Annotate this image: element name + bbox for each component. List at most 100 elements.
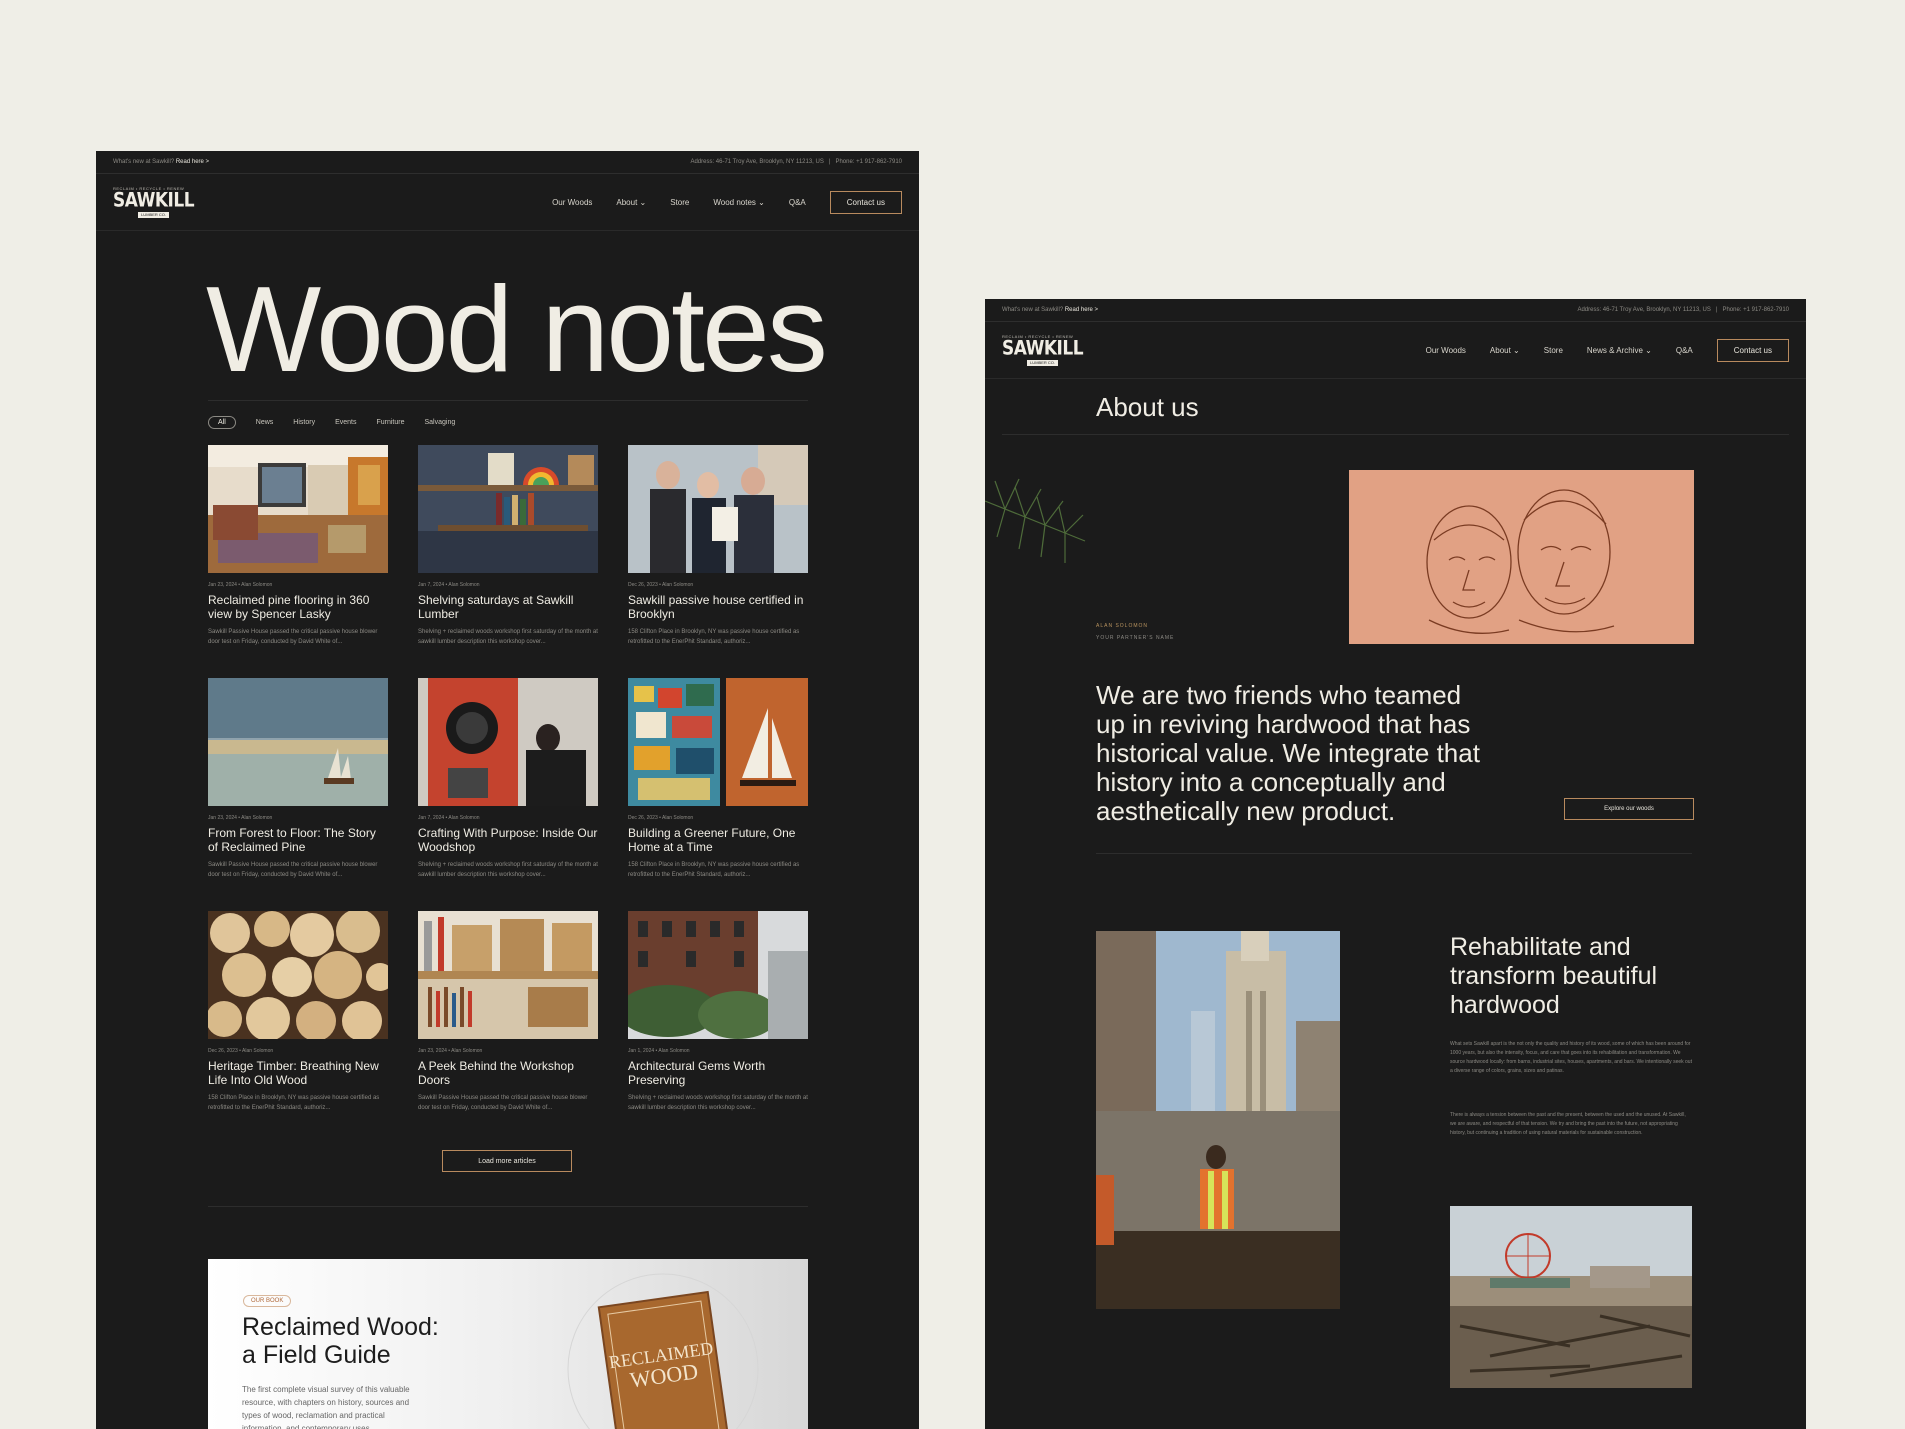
article-card[interactable]: Dec 26, 2023 • Alan Solomon Sawkill pass…	[628, 445, 808, 647]
coney-island-lumber-photo	[1450, 1206, 1692, 1388]
book-promo: OUR BOOK Reclaimed Wood: a Field Guide Th…	[208, 1259, 808, 1429]
page-title: About us	[1096, 392, 1199, 422]
nav-our-woods[interactable]: Our Woods	[1426, 346, 1466, 355]
nav-news-archive[interactable]: News & Archive ⌄	[1587, 346, 1652, 355]
sawkill-logo[interactable]: RECLAIM • RECYCLE • RENEW SAWKILL LUMBER…	[1002, 334, 1084, 366]
article-title[interactable]: Heritage Timber: Breathing New Life Into…	[208, 1059, 388, 1087]
divider	[1002, 434, 1789, 435]
article-excerpt: Sawkill Passive House passed the critica…	[208, 629, 378, 645]
filter-all[interactable]: All	[208, 416, 236, 429]
article-card[interactable]: Jan 7, 2024 • Alan Solomon Crafting With…	[418, 678, 598, 880]
article-meta: Dec 26, 2023 • Alan Solomon	[208, 1048, 274, 1054]
article-card[interactable]: Jan 7, 2024 • Alan Solomon Shelving satu…	[418, 445, 598, 647]
article-meta: Jan 23, 2024 • Alan Solomon	[208, 815, 273, 821]
book-title: Reclaimed Wood: a Field Guide	[242, 1313, 439, 1369]
section-title: Rehabilitate and transform beautiful har…	[1450, 933, 1658, 1019]
article-image-magazines	[628, 678, 808, 806]
load-more-button[interactable]: Load more articles	[442, 1150, 572, 1172]
article-title[interactable]: Sawkill passive house certified in Brook…	[628, 593, 808, 621]
article-excerpt: Sawkill Passive House passed the critica…	[208, 862, 378, 878]
nav-qa[interactable]: Q&A	[789, 198, 806, 207]
article-title[interactable]: Building a Greener Future, One Home at a…	[628, 826, 808, 854]
book-cover-illustration: RECLAIMED WOOD	[567, 1273, 759, 1429]
article-card[interactable]: Dec 26, 2023 • Alan Solomon Heritage Tim…	[208, 911, 388, 1113]
nav-our-woods[interactable]: Our Woods	[552, 198, 592, 207]
article-excerpt: Shelving + reclaimed woods workshop firs…	[418, 862, 598, 878]
main-nav: RECLAIM • RECYCLE • RENEW SAWKILL LUMBER…	[985, 322, 1806, 379]
announcement-bar: What's new at Sawkill? Read here > Addre…	[96, 151, 919, 174]
article-card[interactable]: Dec 26, 2023 • Alan Solomon Building a G…	[628, 678, 808, 880]
article-meta: Jan 1, 2024 • Alan Solomon	[628, 1048, 690, 1054]
article-meta: Jan 23, 2024 • Alan Solomon	[418, 1048, 483, 1054]
article-excerpt: 158 Clifton Place in Brooklyn, NY was pa…	[628, 629, 800, 645]
filter-news[interactable]: News	[256, 419, 274, 426]
article-image-interior	[208, 445, 388, 573]
article-card[interactable]: Jan 1, 2024 • Alan Solomon Architectural…	[628, 911, 808, 1113]
nav-menu: Our Woods About ⌄ Store Wood notes ⌄ Q&A…	[552, 190, 902, 214]
article-excerpt: 158 Clifton Place in Brooklyn, NY was pa…	[208, 1095, 380, 1111]
section-paragraph-1: What sets Sawkill apart is the not only …	[1450, 1041, 1692, 1074]
article-title[interactable]: Reclaimed pine flooring in 360 view by S…	[208, 593, 388, 621]
article-meta: Jan 23, 2024 • Alan Solomon	[208, 582, 273, 588]
article-title[interactable]: Shelving saturdays at Sawkill Lumber	[418, 593, 598, 621]
read-here-link[interactable]: Read here >	[1065, 307, 1098, 313]
main-nav: RECLAIM • RECYCLE • RENEW SAWKILL LUMBER…	[96, 174, 919, 231]
article-meta: Jan 7, 2024 • Alan Solomon	[418, 815, 480, 821]
article-image-blower-door	[418, 678, 598, 806]
filter-salvaging[interactable]: Salvaging	[425, 419, 456, 426]
whats-new: What's new at Sawkill? Read here >	[1002, 307, 1099, 313]
nav-about[interactable]: About ⌄	[1490, 346, 1520, 355]
logo-name: SAWKILL	[113, 188, 195, 212]
section-paragraph-2: There is always a tension between the pa…	[1450, 1112, 1686, 1136]
page-title: Wood notes	[206, 261, 828, 397]
article-title[interactable]: Architectural Gems Worth Preserving	[628, 1059, 808, 1087]
article-image-certificate	[628, 445, 808, 573]
our-book-badge: OUR BOOK	[243, 1295, 292, 1307]
nav-store[interactable]: Store	[1544, 346, 1563, 355]
article-meta: Dec 26, 2023 • Alan Solomon	[628, 815, 694, 821]
logo-name: SAWKILL	[1002, 336, 1084, 360]
article-card[interactable]: Jan 23, 2024 • Alan Solomon A Peek Behin…	[418, 911, 598, 1113]
article-image-harbor-painting	[208, 678, 388, 806]
partner-role: YOUR PARTNER'S NAME	[1096, 635, 1175, 641]
explore-woods-button[interactable]: Explore our woods	[1564, 798, 1694, 820]
article-excerpt: Shelving + reclaimed woods workshop firs…	[418, 629, 598, 645]
book-description: The first complete visual survey of this…	[242, 1385, 410, 1429]
article-title[interactable]: Crafting With Purpose: Inside Our Woodsh…	[418, 826, 598, 854]
nav-store[interactable]: Store	[670, 198, 689, 207]
article-image-tool-wall	[418, 911, 598, 1039]
article-image-log-ends	[208, 911, 388, 1039]
article-title[interactable]: From Forest to Floor: The Story of Recla…	[208, 826, 388, 854]
filter-events[interactable]: Events	[335, 419, 356, 426]
sawkill-logo[interactable]: RECLAIM • RECYCLE • RENEW SAWKILL LUMBER…	[113, 186, 195, 218]
nav-menu: Our Woods About ⌄ Store News & Archive ⌄…	[1426, 338, 1789, 362]
filter-history[interactable]: History	[293, 419, 315, 426]
announcement-bar: What's new at Sawkill? Read here > Addre…	[985, 299, 1806, 322]
article-card[interactable]: Jan 23, 2024 • Alan Solomon From Forest …	[208, 678, 388, 880]
article-excerpt: 158 Clifton Place in Brooklyn, NY was pa…	[628, 862, 800, 878]
article-card[interactable]: Jan 23, 2024 • Alan Solomon Reclaimed pi…	[208, 445, 388, 647]
partner-name: ALAN SOLOMON	[1096, 623, 1149, 629]
filter-furniture[interactable]: Furniture	[376, 419, 404, 426]
nav-about[interactable]: About ⌄	[616, 198, 646, 207]
article-meta: Dec 26, 2023 • Alan Solomon	[628, 582, 694, 588]
article-excerpt: Shelving + reclaimed woods workshop firs…	[628, 1095, 808, 1111]
wood-notes-page: What's new at Sawkill? Read here > Addre…	[96, 151, 919, 1429]
pine-branch-illustration	[985, 478, 1086, 563]
article-excerpt: Sawkill Passive House passed the critica…	[418, 1095, 588, 1111]
founders-sketch-image	[1349, 470, 1694, 644]
about-lead-text: We are two friends who teamed up in revi…	[1096, 680, 1480, 826]
divider	[1096, 853, 1692, 854]
nav-wood-notes[interactable]: Wood notes ⌄	[713, 198, 764, 207]
read-here-link[interactable]: Read here >	[176, 159, 209, 165]
article-image-shelf	[418, 445, 598, 573]
contact-info: Address: 46-71 Troy Ave, Brooklyn, NY 11…	[1577, 307, 1789, 313]
nav-qa[interactable]: Q&A	[1676, 346, 1693, 355]
contact-button[interactable]: Contact us	[829, 190, 902, 214]
divider	[208, 400, 808, 401]
about-us-page: What's new at Sawkill? Read here > Addre…	[985, 299, 1806, 1429]
contact-button[interactable]: Contact us	[1716, 338, 1789, 362]
article-title[interactable]: A Peek Behind the Workshop Doors	[418, 1059, 598, 1087]
article-image-brownstones	[628, 911, 808, 1039]
contact-info: Address: 46-71 Troy Ave, Brooklyn, NY 11…	[690, 159, 902, 165]
